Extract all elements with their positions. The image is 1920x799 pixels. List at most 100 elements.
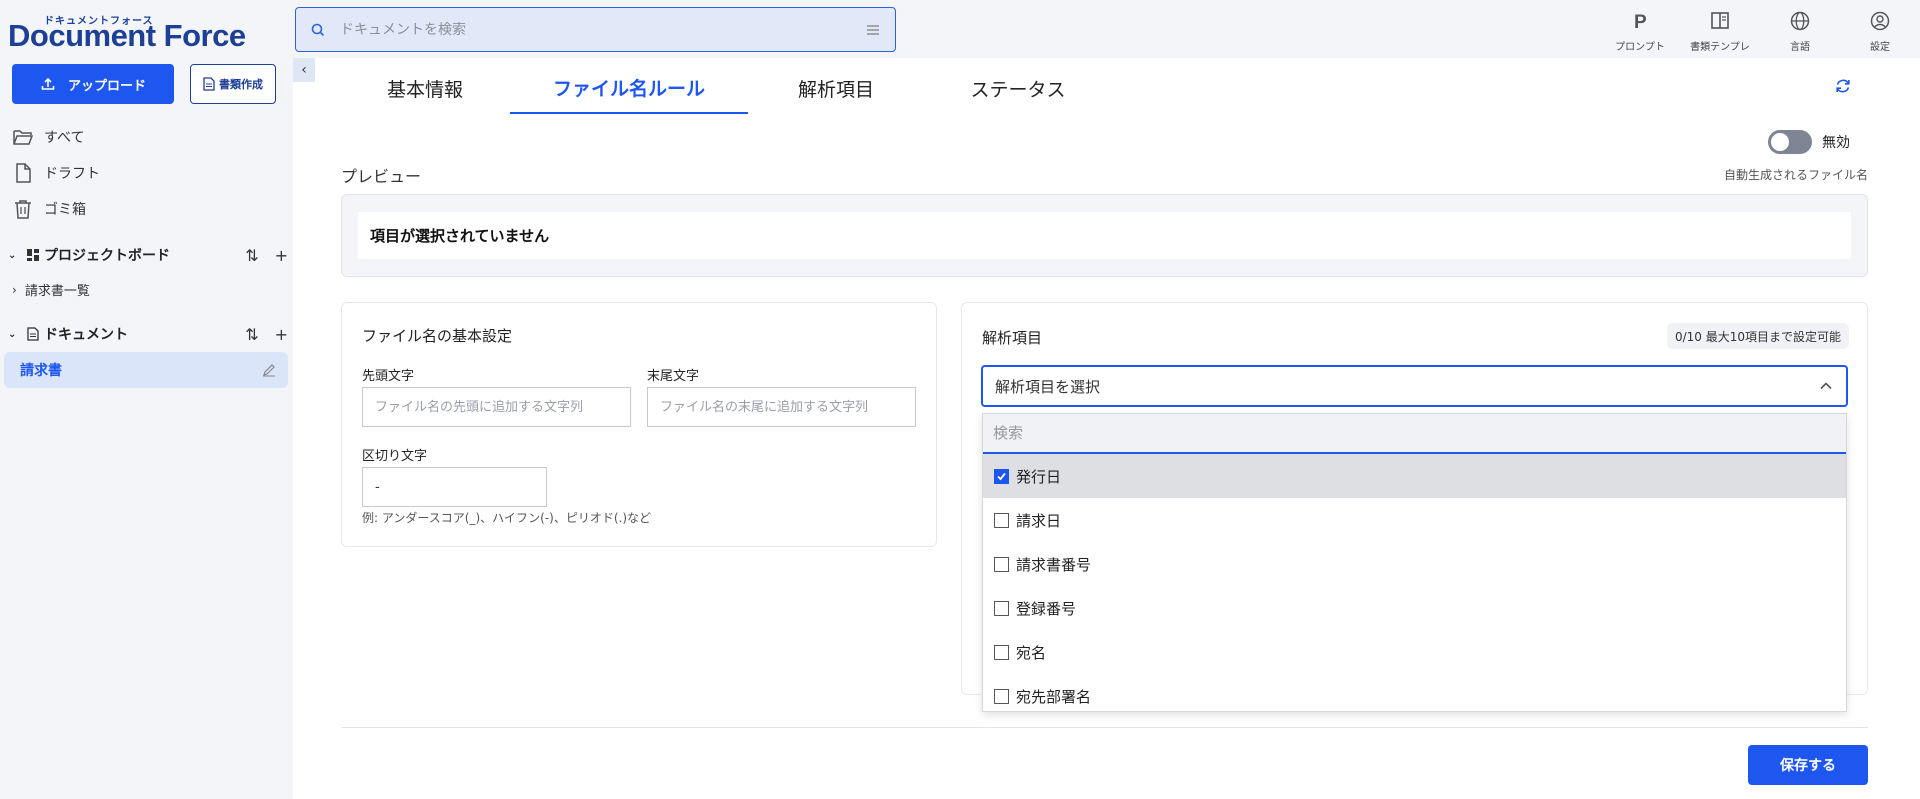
option-invoice-number[interactable]: 請求書番号 — [983, 542, 1846, 586]
section-title: ドキュメント — [44, 327, 128, 343]
section-documents[interactable]: ⌄ ドキュメント ⇅ + — [8, 324, 288, 344]
prefix-label: 先頭文字 — [362, 369, 415, 384]
checkbox-checked[interactable] — [994, 468, 1009, 484]
top-nav-label: 設定 — [1870, 42, 1890, 53]
toggle-label: 無効 — [1822, 135, 1850, 151]
tab-status[interactable]: ステータス — [924, 62, 1112, 114]
chevron-right-icon: › — [12, 282, 17, 297]
globe-icon — [1790, 11, 1810, 31]
check-icon — [997, 472, 1006, 480]
option-label: 請求日 — [1016, 511, 1062, 530]
checkbox[interactable] — [994, 512, 1009, 528]
dropdown-search-input[interactable] — [993, 424, 1836, 442]
brand-name: Document Force — [8, 18, 246, 53]
top-nav-label: 言語 — [1790, 42, 1810, 53]
sidebar-item-label: すべて — [44, 130, 85, 146]
top-nav-prompt[interactable]: P プロンプト — [1600, 0, 1680, 58]
suffix-label: 末尾文字 — [647, 369, 700, 384]
item-count-badge: 0/10 最大10項目まで設定可能 — [1666, 323, 1849, 349]
option-addressee[interactable]: 宛名 — [983, 630, 1846, 674]
auto-generated-label: 自動生成されるファイル名 — [1723, 168, 1868, 182]
user-settings-icon — [1870, 11, 1890, 31]
separator-input[interactable] — [362, 467, 547, 507]
edit-icon[interactable] — [262, 363, 276, 377]
top-nav-template[interactable]: 書類テンプレ — [1680, 0, 1760, 58]
trash-icon — [15, 200, 31, 219]
sidebar-item-label: ゴミ箱 — [44, 202, 86, 218]
sidebar-item-all[interactable]: すべて — [12, 126, 84, 148]
sort-icon[interactable]: ⇅ — [245, 246, 258, 265]
option-recipient-department[interactable]: 宛先部署名 — [983, 674, 1846, 711]
dropdown-search — [983, 414, 1846, 454]
add-icon[interactable]: + — [275, 246, 288, 265]
tree-item-label: 請求書一覧 — [24, 284, 90, 299]
analysis-item-dropdown: 発行日 請求日 請求書番号 登録番号 宛名 宛先部署名 — [982, 413, 1847, 712]
document-icon — [203, 77, 215, 91]
checkbox[interactable] — [994, 644, 1009, 660]
toggle-switch[interactable] — [1768, 130, 1812, 154]
search-bar — [295, 7, 896, 52]
option-label: 発行日 — [1016, 467, 1062, 486]
upload-icon — [41, 77, 55, 90]
refresh-icon[interactable] — [1833, 76, 1853, 96]
filename-rule-toggle[interactable]: 無効 — [1768, 130, 1850, 154]
section-project-board[interactable]: ⌄ プロジェクトボード ⇅ + — [8, 245, 288, 265]
tab-filename-rule[interactable]: ファイル名ルール — [510, 62, 748, 114]
chevron-down-icon[interactable]: ⌄ — [8, 250, 20, 261]
filter-menu-icon[interactable] — [865, 22, 881, 38]
file-icon — [16, 163, 31, 183]
chevron-up-icon — [1820, 382, 1832, 390]
chevron-down-icon[interactable]: ⌄ — [8, 329, 20, 340]
option-invoice-date[interactable]: 請求日 — [983, 498, 1846, 542]
create-document-button[interactable]: 書類作成 — [190, 64, 276, 104]
option-label: 宛先部署名 — [1016, 687, 1092, 706]
option-issue-date[interactable]: 発行日 — [983, 454, 1846, 498]
option-registration-number[interactable]: 登録番号 — [983, 586, 1846, 630]
separator-hint: 例: アンダースコア(_)、ハイフン(-)、ピリオド(.)など — [362, 511, 652, 525]
tree-item-invoice-list[interactable]: › 請求書一覧 — [12, 280, 90, 300]
footer-divider — [341, 727, 1868, 728]
card-title: ファイル名の基本設定 — [362, 327, 513, 345]
sidebar-item-trash[interactable]: ゴミ箱 — [12, 198, 86, 220]
checkbox[interactable] — [994, 556, 1009, 572]
sidebar-item-label: ドラフト — [44, 166, 100, 182]
sort-icon[interactable]: ⇅ — [245, 325, 258, 344]
top-nav-language[interactable]: 言語 — [1760, 0, 1840, 58]
preview-title: プレビュー — [341, 167, 422, 186]
upload-button[interactable]: アップロード — [12, 64, 174, 104]
top-nav-label: 書類テンプレ — [1690, 42, 1750, 53]
checkbox[interactable] — [994, 600, 1009, 616]
prompt-icon: P — [1634, 12, 1647, 32]
sidebar-item-label: 請求書 — [20, 363, 62, 379]
search-input[interactable] — [340, 21, 865, 38]
upload-label: アップロード — [67, 78, 146, 94]
preview-text: 項目が選択されていません — [358, 212, 1851, 259]
separator-label: 区切り文字 — [362, 449, 428, 464]
tab-basic-info[interactable]: 基本情報 — [340, 62, 510, 114]
add-icon[interactable]: + — [275, 325, 288, 344]
dashboard-icon — [27, 249, 39, 261]
basic-settings-card: ファイル名の基本設定 先頭文字 末尾文字 区切り文字 例: アンダースコア(_)… — [341, 302, 937, 547]
collapse-sidebar-icon[interactable]: ‹ — [293, 58, 315, 82]
sidebar-item-draft[interactable]: ドラフト — [12, 162, 100, 184]
search-icon — [311, 23, 325, 36]
sidebar-item-invoice[interactable]: 請求書 — [4, 352, 288, 388]
select-placeholder: 解析項目を選択 — [995, 377, 1101, 396]
analysis-item-select[interactable]: 解析項目を選択 — [981, 365, 1848, 407]
brand-logo[interactable]: ドキュメントフォース Document Force — [8, 8, 278, 53]
prefix-input[interactable] — [362, 387, 631, 427]
top-nav-settings[interactable]: 設定 — [1840, 0, 1920, 58]
suffix-input[interactable] — [647, 387, 916, 427]
document-icon — [27, 327, 39, 341]
preview-box: 項目が選択されていません — [341, 194, 1868, 277]
template-icon — [1711, 12, 1729, 29]
top-nav: P プロンプト 書類テンプレ 言語 設定 — [1600, 0, 1920, 58]
section-title: プロジェクトボード — [44, 248, 170, 264]
checkbox[interactable] — [994, 688, 1009, 704]
option-label: 請求書番号 — [1016, 555, 1092, 574]
svg-text:P: P — [1634, 12, 1647, 32]
option-label: 宛名 — [1016, 643, 1047, 662]
card-title: 解析項目 — [982, 329, 1043, 347]
tab-analysis-items[interactable]: 解析項目 — [748, 62, 924, 114]
save-button[interactable]: 保存する — [1748, 745, 1868, 785]
